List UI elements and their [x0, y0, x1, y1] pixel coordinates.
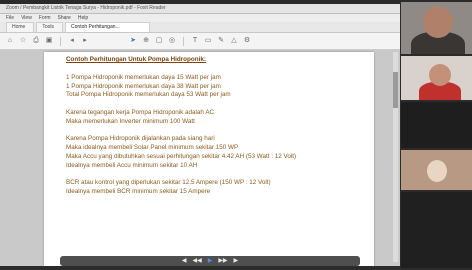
toolbar-divider: [60, 36, 61, 46]
menu-item-file[interactable]: File: [6, 14, 14, 22]
menu-bar: File View Form Share Help: [0, 14, 400, 22]
participant-video-strip: [401, 0, 472, 270]
text-line: Idealnya membeli BCR minimum sekitar 15 …: [66, 188, 211, 196]
pdf-reader-window: Zoom / Pembangkit Listrik Tenaga Surya -…: [0, 4, 400, 266]
screen-share-control-bar[interactable]: ◀ ◀◀ ▶ ▶▶ ▶: [60, 256, 360, 266]
document-content: Contoh Perhitungan Untuk Pompa Hidroponi…: [66, 56, 364, 197]
text-line: Idealnya membeli Accu minimum sekitar 10…: [66, 161, 198, 169]
scrollbar-thumb[interactable]: [393, 72, 398, 108]
sign-icon[interactable]: ✎: [217, 37, 225, 45]
toolbar-divider: [183, 36, 184, 46]
window-title: Zoom / Pembangkit Listrik Tenaga Surya -…: [0, 4, 400, 14]
menu-item-view[interactable]: View: [21, 14, 32, 22]
tab-bar: Home Tools Contoh Perhitungan...: [0, 22, 400, 33]
participant-video-tile[interactable]: [401, 102, 472, 148]
participant-video-tile[interactable]: [401, 150, 472, 190]
menu-item-share[interactable]: Share: [57, 14, 70, 22]
document-heading: Contoh Perhitungan Untuk Pompa Hidroponi…: [66, 56, 206, 63]
next-icon[interactable]: ▶: [234, 257, 239, 265]
participant-face: [423, 6, 453, 38]
participant-video-tile[interactable]: [401, 56, 472, 100]
tab-tools[interactable]: Tools: [36, 22, 64, 32]
previous-icon[interactable]: ◀: [182, 257, 187, 265]
tab-document[interactable]: Contoh Perhitungan...: [65, 22, 151, 32]
settings-icon[interactable]: ⚙: [243, 37, 251, 45]
forward-icon[interactable]: ▸: [81, 37, 89, 45]
text-line: Total Pompa Hidroponik memerlukan daya 5…: [66, 91, 231, 99]
text-line: Maka memerlukan Inverter minimum 100 Wat…: [66, 117, 195, 125]
star-icon[interactable]: ☆: [19, 37, 27, 45]
vertical-scrollbar[interactable]: [393, 52, 398, 262]
cursor-icon[interactable]: ➤: [129, 37, 137, 45]
fit-icon[interactable]: ◎: [168, 37, 176, 45]
page-icon[interactable]: ▢: [155, 37, 163, 45]
text-line: BCR atau kontrol yang diperlukan sekitar…: [66, 179, 271, 187]
back-icon[interactable]: ◂: [68, 37, 76, 45]
text-line: Maka Accu yang dibutuhkan sesuai perhitu…: [66, 152, 297, 160]
save-icon[interactable]: ▣: [45, 37, 53, 45]
comment-icon[interactable]: ▭: [204, 37, 212, 45]
participant-face: [429, 64, 451, 86]
tab-home[interactable]: Home: [6, 22, 35, 32]
fast-forward-icon[interactable]: ▶▶: [218, 257, 227, 265]
menu-item-form[interactable]: Form: [39, 14, 51, 22]
text-line: Karena Pompa Hidroponik dijalankan pada …: [66, 135, 215, 143]
play-icon[interactable]: ▶: [208, 257, 213, 265]
pdf-page: Contoh Perhitungan Untuk Pompa Hidroponi…: [44, 52, 374, 266]
print-icon[interactable]: ⎙: [32, 37, 40, 45]
menu-item-help[interactable]: Help: [78, 14, 88, 22]
text-line: Maka idealnya membeli Solar Panel minimu…: [66, 144, 239, 152]
text-line: 1 Pompa Hidroponik memerlukan daya 15 Wa…: [66, 73, 221, 81]
text-line: Karena tegangan kerja Pompa Hidroponik a…: [66, 108, 215, 116]
text-line: 1 Pompa Hidroponik memerlukan daya 38 Wa…: [66, 82, 221, 90]
participant-video-tile[interactable]: [401, 192, 472, 268]
home-icon[interactable]: ⌂: [6, 37, 14, 45]
share-icon[interactable]: △: [230, 37, 238, 45]
toolbar: ⌂ ☆ ⎙ ▣ ◂ ▸ ➤ ⊕ ▢ ◎ T ▭ ✎ △ ⚙: [0, 33, 400, 50]
participant-video-tile[interactable]: [401, 2, 472, 54]
document-viewer[interactable]: Contoh Perhitungan Untuk Pompa Hidroponi…: [0, 50, 400, 266]
zoom-icon[interactable]: ⊕: [142, 37, 150, 45]
text-icon[interactable]: T: [191, 37, 199, 45]
participant-face: [427, 160, 447, 182]
rewind-icon[interactable]: ◀◀: [192, 257, 201, 265]
